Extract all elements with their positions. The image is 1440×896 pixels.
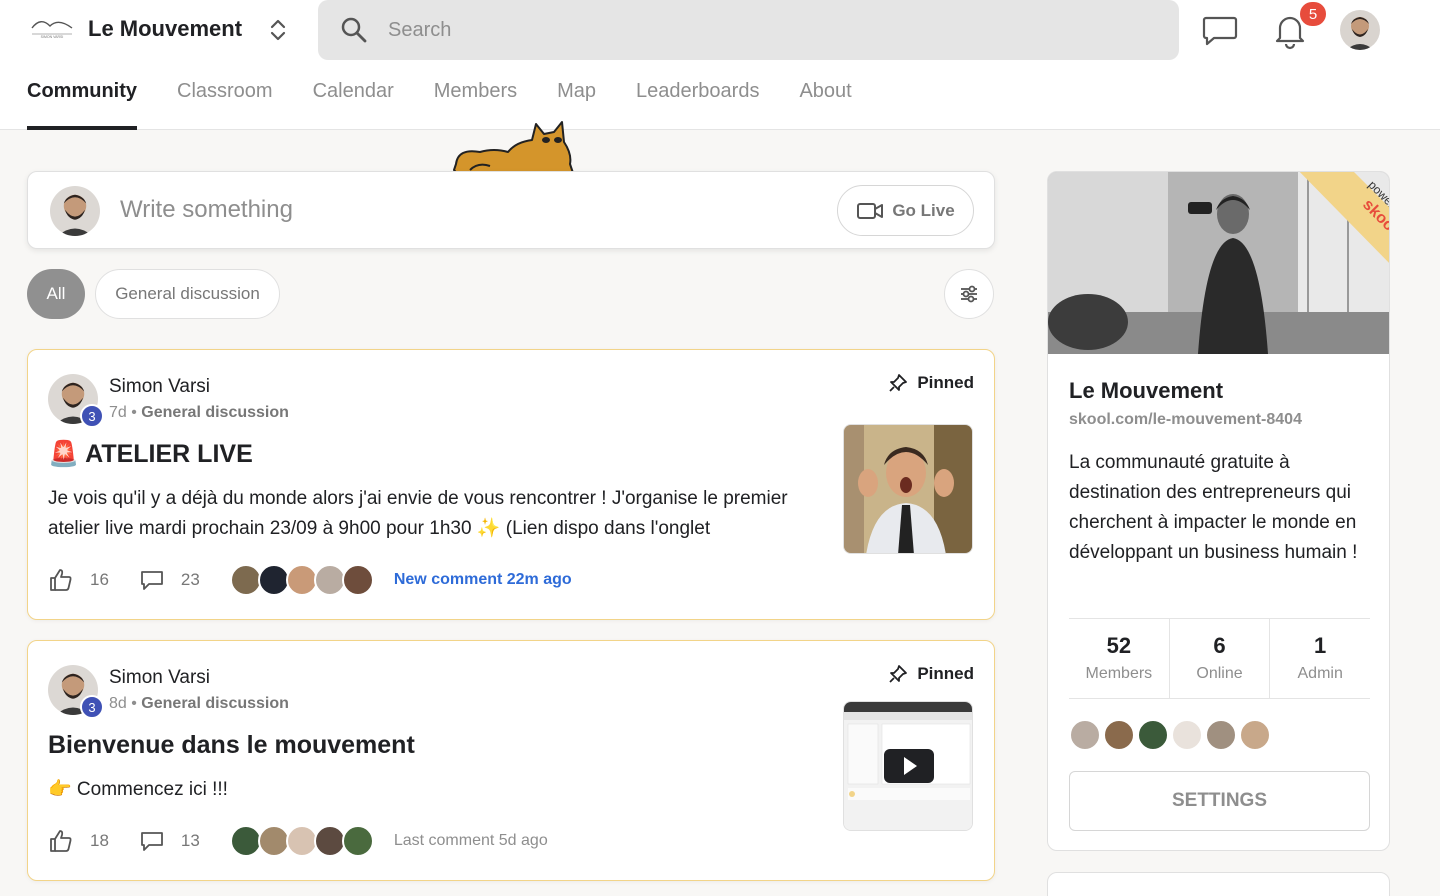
pin-icon [889, 665, 908, 683]
sliders-icon [961, 285, 977, 303]
switch-community-chevrons-icon[interactable] [266, 16, 290, 44]
member-avatar[interactable] [1171, 719, 1203, 751]
member-avatar[interactable] [1103, 719, 1135, 751]
post-title[interactable]: Bienvenue dans le mouvement [48, 731, 415, 760]
stat-label: Online [1196, 665, 1243, 682]
author-level-badge: 3 [80, 404, 104, 428]
author-level-badge: 3 [80, 695, 104, 719]
community-name: Le Mouvement [1069, 378, 1224, 403]
stat-admin[interactable]: 1 Admin [1270, 619, 1370, 698]
filter-all-chip[interactable]: All [27, 269, 85, 319]
filter-settings-button[interactable] [944, 269, 994, 319]
top-header: SIMON VARSI Le Mouvement 5 Community Cla… [0, 0, 1440, 130]
commenter-avatar[interactable] [341, 825, 374, 857]
post-video-thumbnail[interactable] [843, 701, 973, 831]
stat-members[interactable]: 52 Members [1069, 619, 1170, 698]
like-count: 18 [90, 831, 109, 850]
stat-value: 52 [1106, 633, 1132, 658]
comment-icon [141, 832, 163, 851]
post-body[interactable]: 👉 Commencez ici !!! [48, 775, 828, 805]
post-meta: 7d • General discussion [109, 404, 289, 421]
tab-community[interactable]: Community [27, 80, 137, 130]
stat-value: 6 [1213, 633, 1226, 658]
comment-count: 13 [180, 831, 200, 850]
settings-button[interactable]: SETTINGS [1069, 771, 1370, 831]
member-avatar[interactable] [1239, 719, 1271, 751]
tab-leaderboards[interactable]: Leaderboards [636, 80, 759, 130]
like-button[interactable]: 16 [48, 567, 109, 593]
member-avatar[interactable] [1205, 719, 1237, 751]
post-actions: 16 23 New comment 22m ago [48, 564, 572, 596]
comment-icon [141, 571, 163, 590]
secondary-sidebar-card [1047, 872, 1390, 896]
go-live-button[interactable]: Go Live [837, 185, 974, 236]
video-camera-icon [857, 202, 884, 219]
excited-man-image-icon [844, 425, 972, 553]
avatar-face-icon [1340, 10, 1380, 50]
commenter-avatars [229, 564, 374, 596]
search-icon [341, 17, 367, 43]
composer-placeholder[interactable]: Write something [120, 196, 293, 224]
post-meta: 8d • General discussion [109, 695, 289, 712]
video-preview-icon [844, 702, 972, 830]
community-cover-image: powered by skool [1048, 172, 1389, 354]
tab-classroom[interactable]: Classroom [177, 80, 273, 130]
post-thumbnail[interactable] [843, 424, 973, 554]
stat-label: Members [1085, 665, 1153, 682]
comment-button[interactable]: 13 [139, 829, 200, 853]
stat-online[interactable]: 6 Online [1170, 619, 1271, 698]
chat-icon[interactable] [1200, 12, 1240, 48]
brand-name[interactable]: Le Mouvement [88, 16, 242, 42]
thumbs-up-icon [50, 569, 72, 591]
pinned-label: Pinned [917, 664, 974, 683]
avatar-face-icon [50, 186, 100, 236]
post-age: 7d [109, 404, 127, 421]
filter-general-discussion-chip[interactable]: General discussion [95, 269, 280, 319]
user-avatar[interactable] [1340, 10, 1380, 50]
tab-about[interactable]: About [799, 80, 851, 130]
member-avatars [1069, 719, 1271, 751]
like-count: 16 [90, 570, 109, 589]
member-avatar[interactable] [1137, 719, 1169, 751]
post-author-name[interactable]: Simon Varsi [109, 667, 210, 689]
composer-avatar [50, 186, 100, 236]
post-age: 8d [109, 695, 127, 712]
stat-label: Admin [1297, 665, 1343, 682]
pinned-indicator: Pinned [887, 372, 974, 394]
go-live-label: Go Live [892, 200, 955, 220]
post-title[interactable]: 🚨 ATELIER LIVE [48, 440, 253, 469]
search-bar[interactable] [318, 0, 1179, 60]
commenter-avatar[interactable] [341, 564, 374, 596]
post-actions: 18 13 Last comment 5d ago [48, 825, 548, 857]
brand-logo-icon[interactable]: SIMON VARSI [28, 14, 76, 44]
post-category[interactable]: General discussion [141, 404, 289, 421]
community-description: La communauté gratuite à destination des… [1069, 452, 1358, 563]
commenter-avatars [229, 825, 374, 857]
post-body[interactable]: Je vois qu'il y a déjà du monde alors j'… [48, 484, 828, 544]
post-composer[interactable]: Write something Go Live [27, 171, 995, 249]
like-button[interactable]: 18 [48, 828, 109, 854]
powered-by-ribbon[interactable]: powered by skool [1248, 172, 1389, 292]
last-comment-status[interactable]: Last comment 5d ago [394, 832, 548, 850]
svg-text:SIMON VARSI: SIMON VARSI [41, 35, 64, 39]
pinned-indicator: Pinned [887, 663, 974, 685]
comment-button[interactable]: 23 [139, 568, 200, 592]
post-card[interactable]: 3 Simon Varsi 7d • General discussion Pi… [27, 349, 995, 620]
community-stats: 52 Members 6 Online 1 Admin [1069, 618, 1370, 699]
tab-calendar[interactable]: Calendar [313, 80, 394, 130]
comment-count: 23 [180, 570, 200, 589]
community-info-card: powered by skool Le Mouvement skool.com/… [1047, 171, 1390, 851]
pin-icon [889, 374, 908, 392]
post-category[interactable]: General discussion [141, 695, 289, 712]
stat-value: 1 [1314, 633, 1327, 658]
post-card[interactable]: 3 Simon Varsi 8d • General discussion Pi… [27, 640, 995, 881]
post-author-name[interactable]: Simon Varsi [109, 376, 210, 398]
community-url[interactable]: skool.com/le-mouvement-8404 [1069, 411, 1302, 429]
new-comment-status[interactable]: New comment 22m ago [394, 571, 572, 589]
thumbs-up-icon [50, 830, 72, 852]
member-avatar[interactable] [1069, 719, 1101, 751]
pinned-label: Pinned [917, 373, 974, 392]
notification-count-badge: 5 [1298, 0, 1328, 28]
search-input[interactable] [388, 16, 1088, 44]
